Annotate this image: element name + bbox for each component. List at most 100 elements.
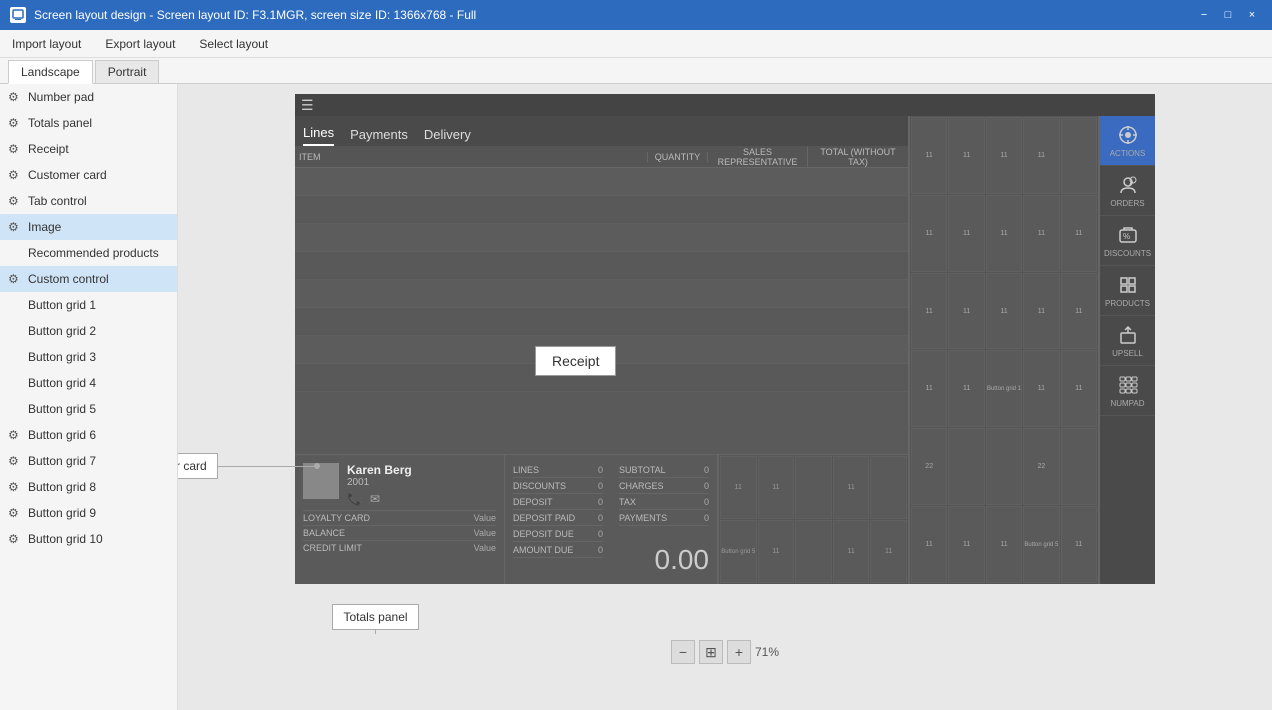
callout-label-customercard: Customer card <box>178 453 218 479</box>
total-value: 0 <box>704 497 709 507</box>
sidebar-item-label: Button grid 7 <box>28 454 169 468</box>
window-title: Screen layout design - Screen layout ID:… <box>34 8 476 22</box>
action-btn-discounts[interactable]: % DISCOUNTS <box>1100 216 1155 266</box>
action-btn-label: ACTIONS <box>1110 149 1146 158</box>
customer-panel-grid: 11 11 11 Button grid 5 11 11 11 <box>718 455 908 584</box>
sidebar-item-buttongrid6[interactable]: ⚙ Button grid 6 <box>0 422 177 448</box>
sidebar-item-customcontrol[interactable]: ⚙ Custom control <box>0 266 177 292</box>
hamburger-icon[interactable]: ☰ <box>301 97 314 114</box>
grid-cell: 11 <box>986 506 1022 583</box>
receipt-row <box>295 308 908 336</box>
maximize-button[interactable]: □ <box>1218 5 1238 25</box>
sidebar-item-buttongrid4[interactable]: ⚙ Button grid 4 <box>0 370 177 396</box>
total-label: SUBTOTAL <box>619 465 666 475</box>
discounts-icon: % <box>1116 223 1140 247</box>
sidebar: ⚙ Number pad ⚙ Totals panel ⚙ Receipt ⚙ … <box>0 84 178 710</box>
preview-tab-payments[interactable]: Payments <box>350 127 408 146</box>
receipt-col-item: ITEM <box>295 152 648 162</box>
grid-cell: 22 <box>1023 428 1059 505</box>
totals-row: DEPOSIT DUE 0 <box>513 527 603 542</box>
zoom-grid-button[interactable]: ⊞ <box>699 640 723 664</box>
sidebar-item-label: Number pad <box>28 90 169 104</box>
action-btn-orders[interactable]: ORDERS <box>1100 166 1155 216</box>
preview-tabs: Lines Payments Delivery <box>295 116 908 146</box>
sidebar-item-buttongrid8[interactable]: ⚙ Button grid 8 <box>0 474 177 500</box>
receipt-label: Receipt <box>535 346 616 376</box>
totals-row: AMOUNT DUE 0 <box>513 543 603 558</box>
zoom-minus-button[interactable]: − <box>671 640 695 664</box>
sidebar-item-label: Button grid 4 <box>28 376 169 390</box>
sidebar-item-totalspanel[interactable]: ⚙ Totals panel <box>0 110 177 136</box>
sidebar-item-label: Custom control <box>28 272 169 286</box>
receipt-row <box>295 168 908 196</box>
grid-cell: 11 <box>720 456 757 519</box>
preview-tab-delivery[interactable]: Delivery <box>424 127 471 146</box>
sidebar-item-buttongrid1[interactable]: ⚙ Button grid 1 <box>0 292 177 318</box>
menu-item-select[interactable]: Select layout <box>195 35 272 53</box>
email-icon: ✉ <box>370 492 380 506</box>
grid-cell <box>1061 117 1097 194</box>
sidebar-item-buttongrid3[interactable]: ⚙ Button grid 3 <box>0 344 177 370</box>
screen-preview[interactable]: ☰ Lines Payments Delivery <box>295 94 1155 584</box>
numpad-icon <box>1116 373 1140 397</box>
grid-cell: 22 <box>911 428 947 505</box>
sidebar-item-numberpad[interactable]: ⚙ Number pad <box>0 84 177 110</box>
menu-item-export[interactable]: Export layout <box>101 35 179 53</box>
callout-totalspanel: Totals panel <box>375 604 376 634</box>
close-button[interactable]: × <box>1242 5 1262 25</box>
sidebar-item-buttongrid2[interactable]: ⚙ Button grid 2 <box>0 318 177 344</box>
total-value: 0 <box>704 465 709 475</box>
action-btn-numpad[interactable]: NUMPAD <box>1100 366 1155 416</box>
tab-landscape[interactable]: Landscape <box>8 60 93 84</box>
app-icon <box>10 7 26 23</box>
sidebar-item-buttongrid7[interactable]: ⚙ Button grid 7 <box>0 448 177 474</box>
action-btn-label: NUMPAD <box>1110 399 1144 408</box>
sidebar-item-image[interactable]: ⚙ Image <box>0 214 177 240</box>
action-btn-actions[interactable]: ACTIONS <box>1100 116 1155 166</box>
gear-icon: ⚙ <box>8 168 22 182</box>
gear-icon: ⚙ <box>8 506 22 520</box>
sidebar-item-label: Image <box>28 220 169 234</box>
grid-cell: 11 <box>1061 506 1097 583</box>
sidebar-item-buttongrid9[interactable]: ⚙ Button grid 9 <box>0 500 177 526</box>
field-label: BALANCE <box>303 528 345 538</box>
sidebar-item-label: Receipt <box>28 142 169 156</box>
minimize-button[interactable]: − <box>1194 5 1214 25</box>
customer-panel: Karen Berg 2001 📞 ✉ LOYALTY CA <box>295 454 908 584</box>
sidebar-item-buttongrid5[interactable]: ⚙ Button grid 5 <box>0 396 177 422</box>
zoom-plus-button[interactable]: + <box>727 640 751 664</box>
receipt-col-rep: SALES REPRESENTATIVE <box>708 147 808 167</box>
grid-cell: 11 <box>1023 195 1059 272</box>
action-btn-label: PRODUCTS <box>1105 299 1150 308</box>
grid-cell: 11 <box>911 506 947 583</box>
totals-panel-preview: LINES 0 DISCOUNTS 0 DEPOSIT <box>505 455 718 584</box>
sidebar-item-receipt[interactable]: ⚙ Receipt <box>0 136 177 162</box>
title-bar: Screen layout design - Screen layout ID:… <box>0 0 1272 30</box>
action-btn-upsell[interactable]: UPSELL <box>1100 316 1155 366</box>
grid-cell <box>795 456 832 519</box>
grid-cell: 11 <box>1061 273 1097 350</box>
customer-field-credit: CREDIT LIMIT Value <box>303 540 496 555</box>
sidebar-item-customercard[interactable]: ⚙ Customer card <box>0 162 177 188</box>
grid-cell: 11 <box>911 117 947 194</box>
grid-cell: 11 <box>1023 273 1059 350</box>
grid-cell <box>1061 428 1097 505</box>
gear-icon: ⚙ <box>8 480 22 494</box>
sidebar-item-label: Button grid 2 <box>28 324 169 338</box>
menu-item-import[interactable]: Import layout <box>8 35 85 53</box>
total-label: DEPOSIT DUE <box>513 529 574 539</box>
grid-cell: 11 <box>911 195 947 272</box>
sidebar-item-buttongrid10[interactable]: ⚙ Button grid 10 <box>0 526 177 552</box>
tab-portrait[interactable]: Portrait <box>95 60 160 83</box>
sidebar-item-tabcontrol[interactable]: ⚙ Tab control <box>0 188 177 214</box>
sidebar-item-label: Totals panel <box>28 116 169 130</box>
sidebar-item-recommended[interactable]: ⚙ Recommended products <box>0 240 177 266</box>
total-value: 0 <box>598 465 603 475</box>
preview-tab-lines[interactable]: Lines <box>303 125 334 146</box>
field-value: Value <box>474 528 496 538</box>
sidebar-item-label: Customer card <box>28 168 169 182</box>
grid-cell: 11 <box>948 117 984 194</box>
receipt-col-qty: QUANTITY <box>648 152 708 162</box>
receipt-row <box>295 252 908 280</box>
action-btn-products[interactable]: PRODUCTS <box>1100 266 1155 316</box>
